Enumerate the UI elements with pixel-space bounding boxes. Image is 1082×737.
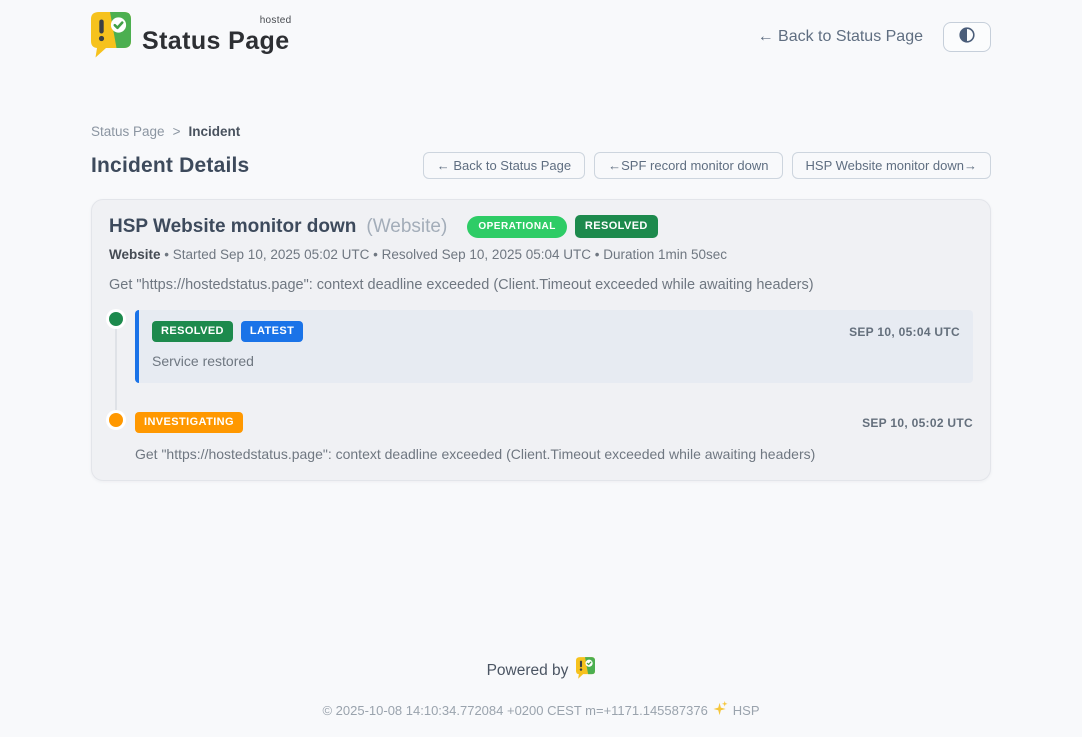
incident-description: Get "https://hostedstatus.page": context… [109, 277, 973, 293]
incident-meta: Website • Started Sep 10, 2025 05:02 UTC… [109, 247, 973, 262]
timeline-highlight-box: RESOLVED LATEST SEP 10, 05:04 UTC Servic… [135, 310, 973, 383]
breadcrumb-incident: Incident [188, 124, 240, 139]
latest-badge: LATEST [241, 321, 303, 342]
timeline-dot-green [109, 312, 123, 326]
brand-logo-small-icon [576, 657, 595, 684]
powered-by-link[interactable]: Powered by [91, 657, 991, 684]
half-circle-icon [958, 26, 976, 49]
incident-nav-buttons: ← Back to Status Page ←SPF record monito… [423, 152, 991, 179]
timeline-item-header: RESOLVED LATEST SEP 10, 05:04 UTC [152, 321, 960, 342]
powered-by-label: Powered by [487, 662, 569, 680]
sparkles-icon [713, 701, 728, 719]
operational-badge: OPERATIONAL [467, 216, 567, 238]
incident-timeline: RESOLVED LATEST SEP 10, 05:04 UTC Servic… [109, 310, 973, 462]
next-incident-button[interactable]: HSP Website monitor down→ [792, 152, 991, 179]
timeline-timestamp: SEP 10, 05:04 UTC [849, 325, 960, 339]
timeline-item-header: INVESTIGATING SEP 10, 05:02 UTC [135, 412, 973, 433]
back-to-status-page-button[interactable]: ← Back to Status Page [423, 152, 585, 179]
resolved-badge: RESOLVED [575, 215, 658, 238]
timeline-item-resolved: RESOLVED LATEST SEP 10, 05:04 UTC Servic… [109, 310, 973, 383]
prev-incident-button[interactable]: ←SPF record monitor down [594, 152, 782, 179]
incident-title-row: HSP Website monitor down (Website) OPERA… [109, 215, 973, 238]
timeline-message: Service restored [152, 353, 960, 369]
incident-meta-component: Website [109, 247, 161, 262]
incident-card: HSP Website monitor down (Website) OPERA… [91, 199, 991, 481]
copyright: © 2025-10-08 14:10:34.772084 +0200 CEST … [91, 701, 991, 719]
timeline-item-investigating: INVESTIGATING SEP 10, 05:02 UTC Get "htt… [109, 412, 973, 462]
header-actions: ← Back to Status Page [758, 22, 991, 52]
brand-logo-icon [91, 12, 131, 63]
header: Status Page hosted ← Back to Status Page [91, 0, 991, 60]
breadcrumb-status-page[interactable]: Status Page [91, 124, 165, 139]
timeline-item-content: INVESTIGATING SEP 10, 05:02 UTC Get "htt… [135, 412, 973, 462]
copyright-brand: HSP [733, 703, 760, 718]
breadcrumb-separator: > [173, 124, 181, 139]
resolved-status-badge: RESOLVED [152, 321, 233, 342]
investigating-status-badge: INVESTIGATING [135, 412, 243, 433]
title-row: Incident Details ← Back to Status Page ←… [91, 152, 991, 179]
header-back-link[interactable]: ← Back to Status Page [758, 28, 923, 46]
copyright-text: © 2025-10-08 14:10:34.772084 +0200 CEST … [322, 703, 707, 718]
timeline-message: Get "https://hostedstatus.page": context… [135, 446, 973, 462]
brand-name: Status Page [142, 27, 290, 55]
theme-toggle-button[interactable] [943, 22, 991, 52]
page-title: Incident Details [91, 154, 249, 178]
incident-title: HSP Website monitor down [109, 216, 356, 238]
incident-meta-details: • Started Sep 10, 2025 05:02 UTC • Resol… [164, 247, 727, 262]
timeline-timestamp: SEP 10, 05:02 UTC [862, 416, 973, 430]
brand-superscript: hosted [260, 15, 292, 26]
incident-component: (Website) [366, 216, 447, 238]
brand-logo[interactable]: Status Page hosted [91, 12, 290, 63]
footer: Powered by © 2025-10-08 14:10:34.772084 … [91, 657, 991, 719]
breadcrumb: Status Page > Incident [91, 124, 991, 139]
timeline-dot-orange [109, 413, 123, 427]
brand-text: Status Page hosted [142, 18, 290, 56]
